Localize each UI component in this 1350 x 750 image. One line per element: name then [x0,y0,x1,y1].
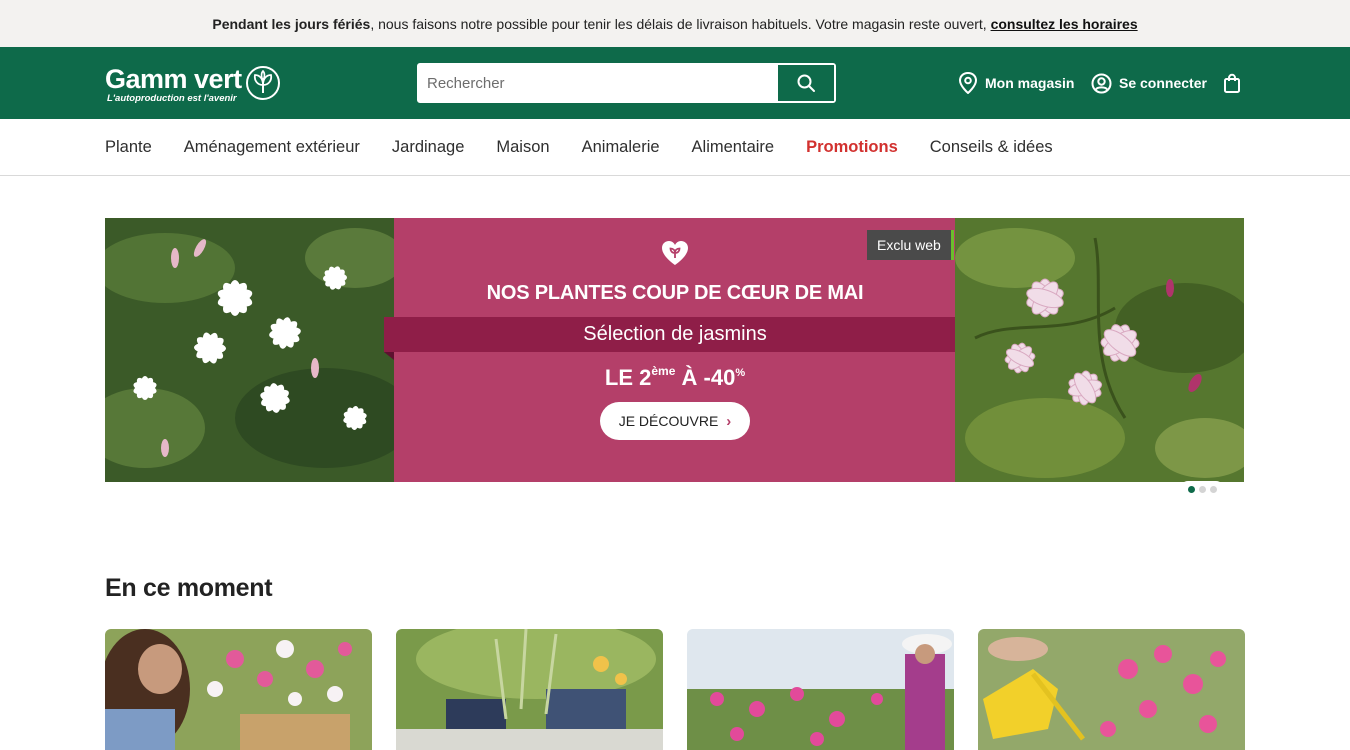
leaf-logo-icon [246,66,280,100]
my-store-link[interactable]: Mon magasin [958,71,1074,95]
offer-prefix: LE 2 [604,365,652,390]
logo-name: Gamm vert [105,64,242,94]
holiday-info-banner: Pendant les jours fériés, nous faisons n… [0,0,1350,47]
hero-title: NOS PLANTES COUP DE CŒUR DE MAI [486,282,864,304]
carousel-dots [1180,481,1224,497]
jasmine-photo-right [955,218,1244,482]
jasmine-photo-left [105,218,395,482]
exclusive-web-badge: Exclu web [867,230,954,260]
search-bar [417,63,836,103]
brand-logo[interactable]: Gamm vert L'autoproduction est l'avenir [105,65,285,105]
card-image-2[interactable] [396,629,663,750]
bag-icon [1224,73,1240,93]
search-input[interactable] [418,64,778,102]
nav-item-promotions[interactable]: Promotions [806,138,898,157]
opening-hours-link[interactable]: consultez les horaires [991,16,1138,32]
search-icon [797,74,815,92]
heart-icon [662,241,688,265]
offer-middle: À -40 [675,365,736,390]
banner-bold-text: Pendant les jours fériés [212,15,371,32]
hero-banner[interactable]: NOS PLANTES COUP DE CŒUR DE MAI Sélectio… [105,218,1244,482]
card-image-3[interactable] [687,629,954,750]
logo-tagline: L'autoproduction est l'avenir [107,93,237,104]
my-store-label: Mon magasin [985,75,1075,91]
nav-item-maison[interactable]: Maison [496,138,549,157]
offer-percent: % [735,367,746,379]
discover-button[interactable]: JE DÉCOUVRE › [600,402,750,440]
user-icon [1091,73,1112,93]
carousel-dot-1[interactable] [1187,485,1195,493]
card-image-1[interactable] [105,629,372,750]
main-navigation: Plante Aménagement extérieur Jardinage M… [0,119,1350,176]
offer-text: LE 2ème À -40% [394,364,956,391]
nav-item-alimentaire[interactable]: Alimentaire [692,138,775,157]
ribbon-text: Sélection de jasmins [583,323,767,345]
site-header: Gamm vert L'autoproduction est l'avenir … [0,47,1350,119]
banner-text: , nous faisons notre possible pour tenir… [370,15,991,32]
chevron-right-icon: › [726,412,732,430]
carousel-dot-2[interactable] [1198,485,1206,493]
section-title: En ce moment [105,574,273,602]
login-link[interactable]: Se connecter [1091,71,1207,95]
nav-item-plante[interactable]: Plante [105,138,152,157]
nav-item-animalerie[interactable]: Animalerie [582,138,660,157]
ribbon-fold-left [384,352,394,360]
carousel-dot-3[interactable] [1209,485,1217,493]
discover-label: JE DÉCOUVRE [618,413,719,429]
nav-item-jardinage[interactable]: Jardinage [392,138,464,157]
search-button[interactable] [777,64,835,102]
login-label: Se connecter [1119,75,1207,91]
offer-superscript: ème [651,364,676,378]
card-image-4[interactable] [978,629,1245,750]
cart-button[interactable] [1223,71,1248,95]
location-pin-icon [958,72,978,94]
nav-item-amenagement-exterieur[interactable]: Aménagement extérieur [184,138,360,157]
nav-item-conseils-idees[interactable]: Conseils & idées [930,138,1053,157]
